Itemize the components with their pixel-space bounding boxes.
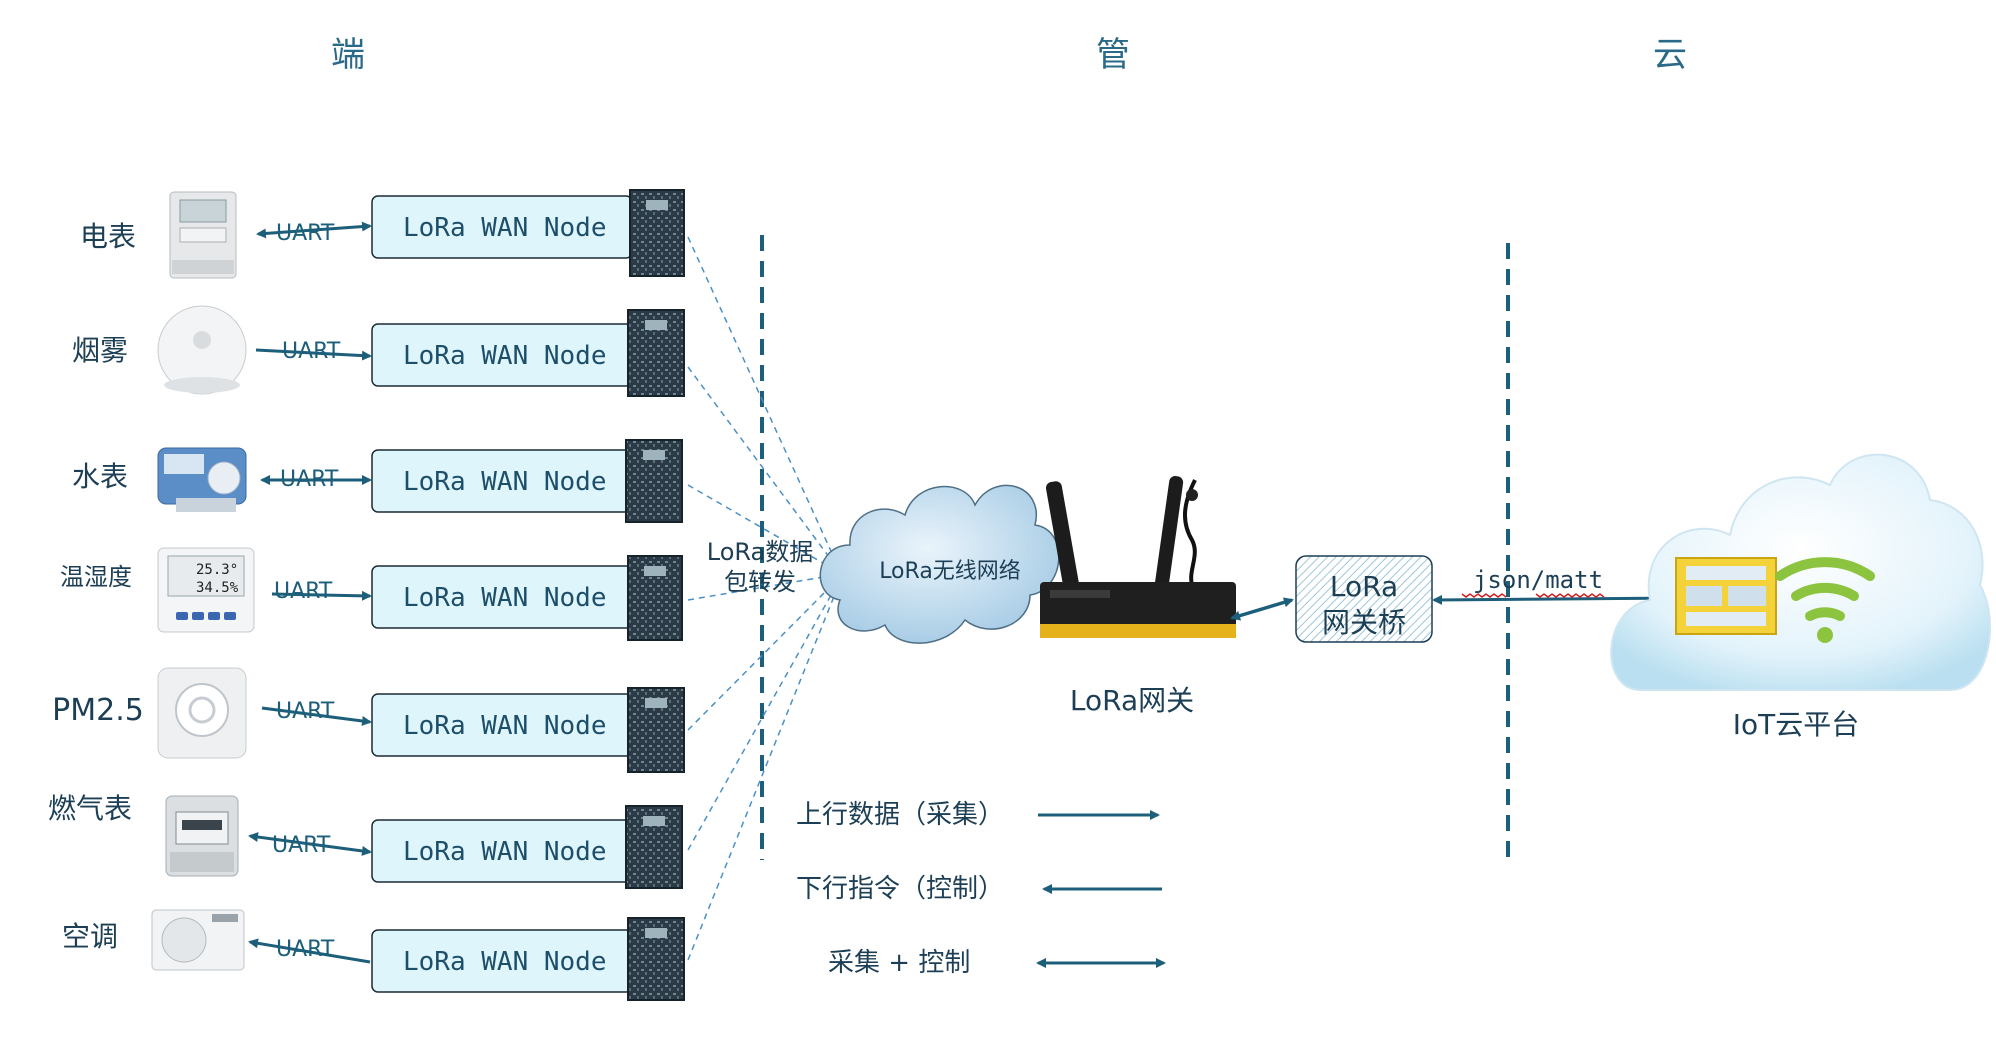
legend: 上行数据（采集） 下行指令（控制） 采集 + 控制 bbox=[796, 800, 1166, 978]
lora-node-label: LoRa WAN Node bbox=[403, 583, 607, 613]
device-label: 电表 bbox=[80, 220, 136, 253]
lora-node-label: LoRa WAN Node bbox=[403, 711, 607, 741]
bridge-cloud-arrow bbox=[1432, 593, 1680, 605]
lora-module-chip bbox=[627, 309, 685, 397]
section-pipe-heading: 管 bbox=[1096, 35, 1130, 75]
iot-cloud-platform-icon bbox=[1610, 453, 1991, 691]
wireless-network-cloud-icon: LoRa无线网络 bbox=[819, 484, 1060, 644]
water-meter-icon bbox=[157, 447, 247, 512]
air-conditioner-icon bbox=[151, 909, 245, 971]
device-label: 燃气表 bbox=[48, 792, 132, 825]
device-row-electric-meter: 电表 UART LoRa WAN Node bbox=[80, 189, 685, 279]
section-end-heading: 端 bbox=[331, 35, 365, 75]
gateway-bridge-label-line2: 网关桥 bbox=[1322, 606, 1406, 639]
legend-uplink-label: 上行数据（采集） bbox=[796, 800, 1004, 830]
gateway-label: LoRa网关 bbox=[1070, 684, 1194, 717]
legend-downlink-label: 下行指令（控制） bbox=[796, 874, 1004, 904]
device-label: PM2.5 bbox=[52, 693, 144, 728]
uart-label: UART bbox=[280, 467, 339, 492]
iot-platform-label: IoT云平台 bbox=[1733, 708, 1860, 741]
gateway-bridge-arrow bbox=[1230, 597, 1294, 621]
wireless-network-label: LoRa无线网络 bbox=[879, 559, 1021, 584]
device-row-pm25: PM2.5 UART LoRa WAN Node bbox=[52, 667, 685, 773]
lora-node-label: LoRa WAN Node bbox=[403, 947, 607, 977]
uart-label: UART bbox=[276, 699, 335, 724]
lora-module-chip bbox=[627, 917, 685, 1001]
lora-node-label: LoRa WAN Node bbox=[403, 837, 607, 867]
lora-module-chip bbox=[625, 439, 683, 523]
gateway-bridge-label-line1: LoRa bbox=[1330, 570, 1398, 603]
lora-module-chip bbox=[629, 189, 685, 277]
humidity-reading: 34.5% bbox=[196, 580, 239, 596]
electric-meter-icon bbox=[169, 191, 237, 279]
device-row-gas-meter: 燃气表 UART LoRa WAN Node bbox=[48, 792, 683, 889]
lora-module-chip bbox=[627, 687, 685, 773]
legend-bidirectional-label: 采集 + 控制 bbox=[828, 948, 970, 978]
device-label: 空调 bbox=[62, 920, 118, 953]
smoke-detector-icon bbox=[157, 305, 247, 395]
uart-label: UART bbox=[282, 339, 341, 364]
device-row-air-conditioner: 空调 UART LoRa WAN Node bbox=[62, 909, 685, 1001]
device-label: 水表 bbox=[72, 460, 128, 493]
lora-node-label: LoRa WAN Node bbox=[403, 341, 607, 371]
lora-module-chip bbox=[625, 805, 683, 889]
forwarding-label-line1: LoRa数据 bbox=[707, 538, 814, 566]
device-label: 烟雾 bbox=[72, 334, 128, 367]
uart-label: UART bbox=[276, 221, 335, 246]
temperature-reading: 25.3° bbox=[196, 562, 238, 578]
lora-node-label: LoRa WAN Node bbox=[403, 467, 607, 497]
pm25-sensor-icon bbox=[157, 667, 247, 759]
device-row-temperature-humidity: 温湿度 25.3° 34.5% UART LoRa WAN Node bbox=[60, 547, 683, 641]
uart-label: UART bbox=[276, 937, 335, 962]
lora-gateway-icon bbox=[1040, 476, 1236, 638]
section-cloud-heading: 云 bbox=[1653, 35, 1687, 75]
lora-architecture-diagram: 端 管 云 电表 UART LoRa WAN Node 烟雾 UART LoRa… bbox=[0, 0, 1996, 1036]
lora-node-label: LoRa WAN Node bbox=[403, 213, 607, 243]
forwarding-label-line2: 包转发 bbox=[724, 568, 796, 596]
thermo-hygrometer-icon: 25.3° 34.5% bbox=[157, 547, 255, 633]
protocol-label: json/matt bbox=[1473, 566, 1603, 594]
lora-module-chip bbox=[627, 555, 683, 641]
device-row-smoke-detector: 烟雾 UART LoRa WAN Node bbox=[72, 305, 685, 397]
device-row-water-meter: 水表 UART LoRa WAN Node bbox=[72, 439, 683, 523]
spellcheck-underline bbox=[1461, 593, 1605, 598]
device-label: 温湿度 bbox=[60, 563, 132, 591]
uart-label: UART bbox=[274, 579, 333, 604]
uart-label: UART bbox=[272, 833, 331, 858]
gas-meter-icon bbox=[165, 795, 239, 877]
